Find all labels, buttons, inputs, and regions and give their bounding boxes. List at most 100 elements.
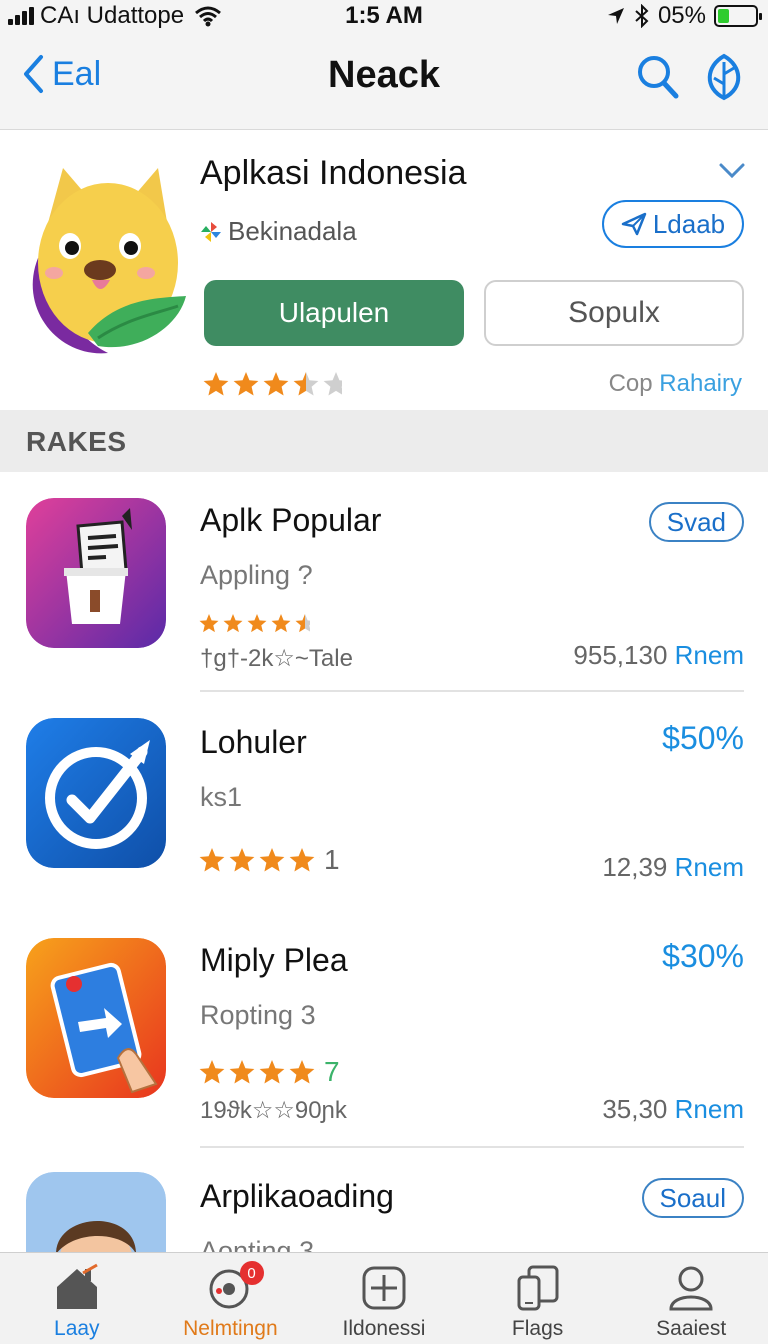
star-icon (247, 614, 267, 633)
bluetooth-icon (635, 4, 649, 28)
rating-extra: 1 (324, 844, 340, 875)
review-count-unit: Rnem (674, 1094, 744, 1124)
tab-label: Laay (54, 1317, 100, 1340)
app-list-item[interactable]: Miply Plea $30% Ropting 3 7 19ϑk☆☆90ɲk 3… (0, 912, 768, 1148)
mascot-icon (32, 168, 186, 354)
app-list-item[interactable]: Lohuler $50% ks1 1 12,39 Rnem (0, 694, 768, 914)
star-icon (323, 372, 342, 396)
app-list-item[interactable]: Arplikaoading Soaul Aonting 3 (0, 1148, 768, 1252)
app-rating: 7 (198, 1056, 340, 1088)
app-name: Miply Plea (200, 942, 348, 978)
featured-app-card: Aplkasi Indonesia Bekinadala Ldaab Ulapu… (0, 130, 768, 410)
tab-notifications[interactable]: 0 Nelmtingn (154, 1253, 308, 1344)
price-button[interactable]: $50% (662, 720, 744, 757)
person-icon (669, 1266, 713, 1311)
section-header: RAKES (0, 410, 768, 472)
featured-rating-stars (203, 372, 342, 396)
chevron-down-icon[interactable] (718, 162, 746, 180)
battery-percent: 05% (657, 2, 706, 29)
see-more-prefix: Cop (608, 370, 653, 397)
location-icon (607, 8, 624, 24)
review-count-value: 35,30 (602, 1094, 668, 1124)
featured-title: Aplkasi Indonesia (200, 154, 467, 192)
review-count-value: 12,39 (602, 852, 668, 882)
star-icon (229, 848, 255, 872)
star-icon (223, 614, 243, 633)
avatar-icon (26, 1172, 166, 1252)
section-title: RAKES (26, 426, 127, 457)
app-name: Arplikaoading (200, 1178, 394, 1214)
paper-plane-icon (621, 212, 647, 236)
rating-extra: 7 (324, 1056, 340, 1087)
status-right: 05% (606, 2, 762, 30)
plus-square-icon (362, 1266, 406, 1310)
app-meta: †ɡ†-2k☆~Tale (200, 645, 353, 672)
search-button[interactable] (636, 54, 680, 105)
star-icon (199, 848, 225, 872)
tab-bar: Laay 0 Nelmtingn Ildonessi Flags Saaiest (0, 1252, 768, 1344)
star-icon (203, 372, 229, 396)
primary-action-button[interactable]: Ulapulen (204, 280, 464, 346)
app-subtitle: Ropting 3 (200, 1000, 316, 1030)
load-badge-button[interactable]: Ldaab (602, 200, 744, 248)
tab-label: Ildonessi (342, 1317, 426, 1340)
star-icon (233, 372, 259, 396)
star-icon (289, 1060, 315, 1084)
star-icon (295, 614, 310, 633)
app-meta: 19ϑk☆☆90ɲk (200, 1097, 347, 1124)
star-icon (199, 1060, 225, 1084)
app-list-item[interactable]: Aplk Popular Svad Appling ? †ɡ†-2k☆~Tale… (0, 472, 768, 692)
get-button[interactable]: Svad (648, 502, 744, 542)
tab-label: Flags (511, 1317, 564, 1340)
tab-label: Nelmtingn (183, 1317, 278, 1340)
developer-row: Bekinadala (200, 216, 357, 247)
rating-stars (199, 1060, 320, 1084)
divider (200, 690, 744, 692)
app-rating (198, 612, 310, 634)
rating-stars (199, 848, 320, 872)
app-subtitle: Appling ? (200, 560, 313, 590)
app-review-count: 955,130 Rnem (573, 640, 744, 671)
check-circle-icon (26, 718, 166, 868)
review-count-unit: Rnem (674, 852, 744, 882)
review-count-unit: Rnem (674, 640, 744, 670)
app-rating: 1 (198, 844, 340, 876)
price-button[interactable]: $30% (662, 938, 744, 975)
star-icon (293, 372, 319, 396)
review-count-value: 955,130 (573, 640, 668, 670)
load-badge-label: Ldaab (652, 208, 726, 239)
star-icon (289, 848, 315, 872)
star-icon (229, 1060, 255, 1084)
tab-indonesia[interactable]: Ildonessi (307, 1253, 461, 1344)
pinwheel-icon (201, 221, 221, 242)
search-icon (638, 56, 679, 99)
tab-label: Saaiest (656, 1317, 727, 1340)
battery-icon (714, 5, 762, 27)
app-review-count: 35,30 Rnem (602, 1094, 744, 1125)
get-button[interactable]: Soaul (641, 1178, 744, 1218)
tab-flags[interactable]: Flags (461, 1253, 615, 1344)
navigation-bar: Eal Neack (0, 32, 768, 130)
notification-badge: 0 (239, 1261, 264, 1285)
tab-search[interactable]: Saaiest (614, 1253, 768, 1344)
app-name: Aplk Popular (200, 502, 382, 538)
app-subtitle: ks1 (200, 782, 243, 812)
developer-name: Bekinadala (228, 216, 357, 246)
leaf-icon (707, 53, 741, 101)
star-icon (263, 372, 289, 396)
star-icon (199, 614, 219, 633)
see-more-label: Rahairy (659, 370, 742, 397)
app-subtitle: Aonting 3 (200, 1236, 315, 1252)
secondary-action-button[interactable]: Sopulx (484, 280, 744, 346)
leaf-button[interactable] (702, 52, 746, 107)
app-name: Lohuler (200, 724, 307, 760)
see-more-link[interactable]: Cop Rahairy (609, 370, 742, 398)
app-review-count: 12,39 Rnem (602, 852, 744, 883)
rating-stars (199, 614, 310, 633)
star-icon (259, 1060, 285, 1084)
status-bar: CAı Udattope 1:5 AM 05% (0, 0, 768, 32)
tab-home[interactable]: Laay (0, 1253, 154, 1344)
tap-arrow-icon (26, 938, 166, 1098)
star-icon (259, 848, 285, 872)
star-icon (271, 614, 291, 633)
